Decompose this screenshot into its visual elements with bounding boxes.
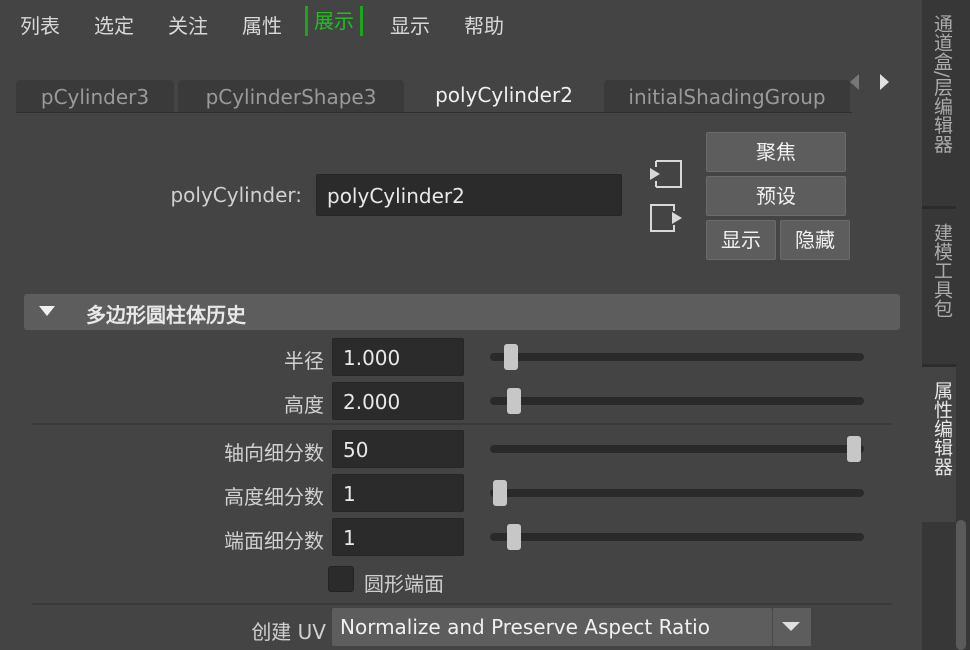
subdivisions-axis-label: 轴向细分数 xyxy=(224,441,324,465)
subdivisions-axis-slider-track[interactable] xyxy=(490,445,864,453)
hide-button[interactable]: 隐藏 xyxy=(780,220,850,260)
tab-pcylinder3[interactable]: pCylinder3 xyxy=(16,80,174,112)
menu-showcase[interactable]: 展示 xyxy=(305,6,363,36)
focus-button[interactable]: 聚焦 xyxy=(706,132,846,172)
node-type-label: polyCylinder: xyxy=(170,183,302,207)
menu-display[interactable]: 显示 xyxy=(390,10,430,39)
subdivisions-caps-label: 端面细分数 xyxy=(224,529,324,553)
chevron-down-icon xyxy=(782,622,800,631)
dock-tab-channel-box[interactable]: 通道盒/层编辑器 xyxy=(922,0,956,206)
radius-field[interactable]: 1.000 xyxy=(332,338,464,376)
menu-select[interactable]: 选定 xyxy=(94,10,134,39)
menu-list[interactable]: 列表 xyxy=(20,10,60,39)
node-name-field[interactable]: polyCylinder2 xyxy=(316,174,622,216)
create-uv-label: 创建 UV xyxy=(251,620,326,644)
subdivisions-caps-slider-track[interactable] xyxy=(490,533,864,541)
height-label: 高度 xyxy=(284,393,324,417)
tab-polycylinder2[interactable]: polyCylinder2 xyxy=(408,78,600,112)
radius-slider-track[interactable] xyxy=(490,353,864,361)
height-slider-track[interactable] xyxy=(490,397,864,405)
dock-tab-modeling-toolkit[interactable]: 建模工具包 xyxy=(922,209,956,364)
scroll-tabs-right-icon[interactable] xyxy=(880,74,889,90)
round-cap-label: 圆形端面 xyxy=(364,572,444,596)
section-divider xyxy=(32,603,892,605)
subdivisions-height-label: 高度细分数 xyxy=(224,485,324,509)
round-cap-checkbox[interactable] xyxy=(328,566,354,592)
scroll-tabs-left-icon[interactable] xyxy=(850,74,859,90)
presets-button[interactable]: 预设 xyxy=(706,176,846,216)
radius-slider-handle[interactable] xyxy=(503,344,518,370)
subdivisions-height-slider-handle[interactable] xyxy=(493,480,507,506)
tab-underline xyxy=(16,112,852,113)
subdivisions-height-slider-track[interactable] xyxy=(490,489,864,497)
subdivisions-caps-field[interactable]: 1 xyxy=(332,518,464,556)
tab-initialshadinggroup[interactable]: initialShadingGroup xyxy=(604,80,850,112)
subdivisions-caps-slider-handle[interactable] xyxy=(507,524,522,550)
subdivisions-axis-field[interactable]: 50 xyxy=(332,430,464,468)
show-button[interactable]: 显示 xyxy=(706,220,776,260)
menu-focus[interactable]: 关注 xyxy=(168,10,208,39)
output-connection-icon[interactable] xyxy=(648,202,684,234)
collapse-arrow-icon[interactable] xyxy=(39,306,55,316)
section-title: 多边形圆柱体历史 xyxy=(86,303,246,327)
menu-bar xyxy=(0,0,922,44)
section-divider xyxy=(32,423,892,425)
input-connection-icon[interactable] xyxy=(648,158,684,190)
menu-showcase-label: 展示 xyxy=(314,9,354,33)
dock-tab-attribute-editor[interactable]: 属性编辑器 xyxy=(922,367,956,522)
menu-attributes[interactable]: 属性 xyxy=(242,10,282,39)
height-field[interactable]: 2.000 xyxy=(332,382,464,420)
subdivisions-axis-slider-handle[interactable] xyxy=(847,436,861,462)
subdivisions-height-field[interactable]: 1 xyxy=(332,474,464,512)
dock-scrollbar[interactable] xyxy=(956,520,966,650)
height-slider-handle[interactable] xyxy=(507,388,522,414)
tab-pcylindershape3[interactable]: pCylinderShape3 xyxy=(178,80,404,112)
create-uv-dropdown[interactable]: Normalize and Preserve Aspect Ratio xyxy=(332,608,772,646)
radius-label: 半径 xyxy=(284,349,324,373)
menu-help[interactable]: 帮助 xyxy=(464,10,504,39)
